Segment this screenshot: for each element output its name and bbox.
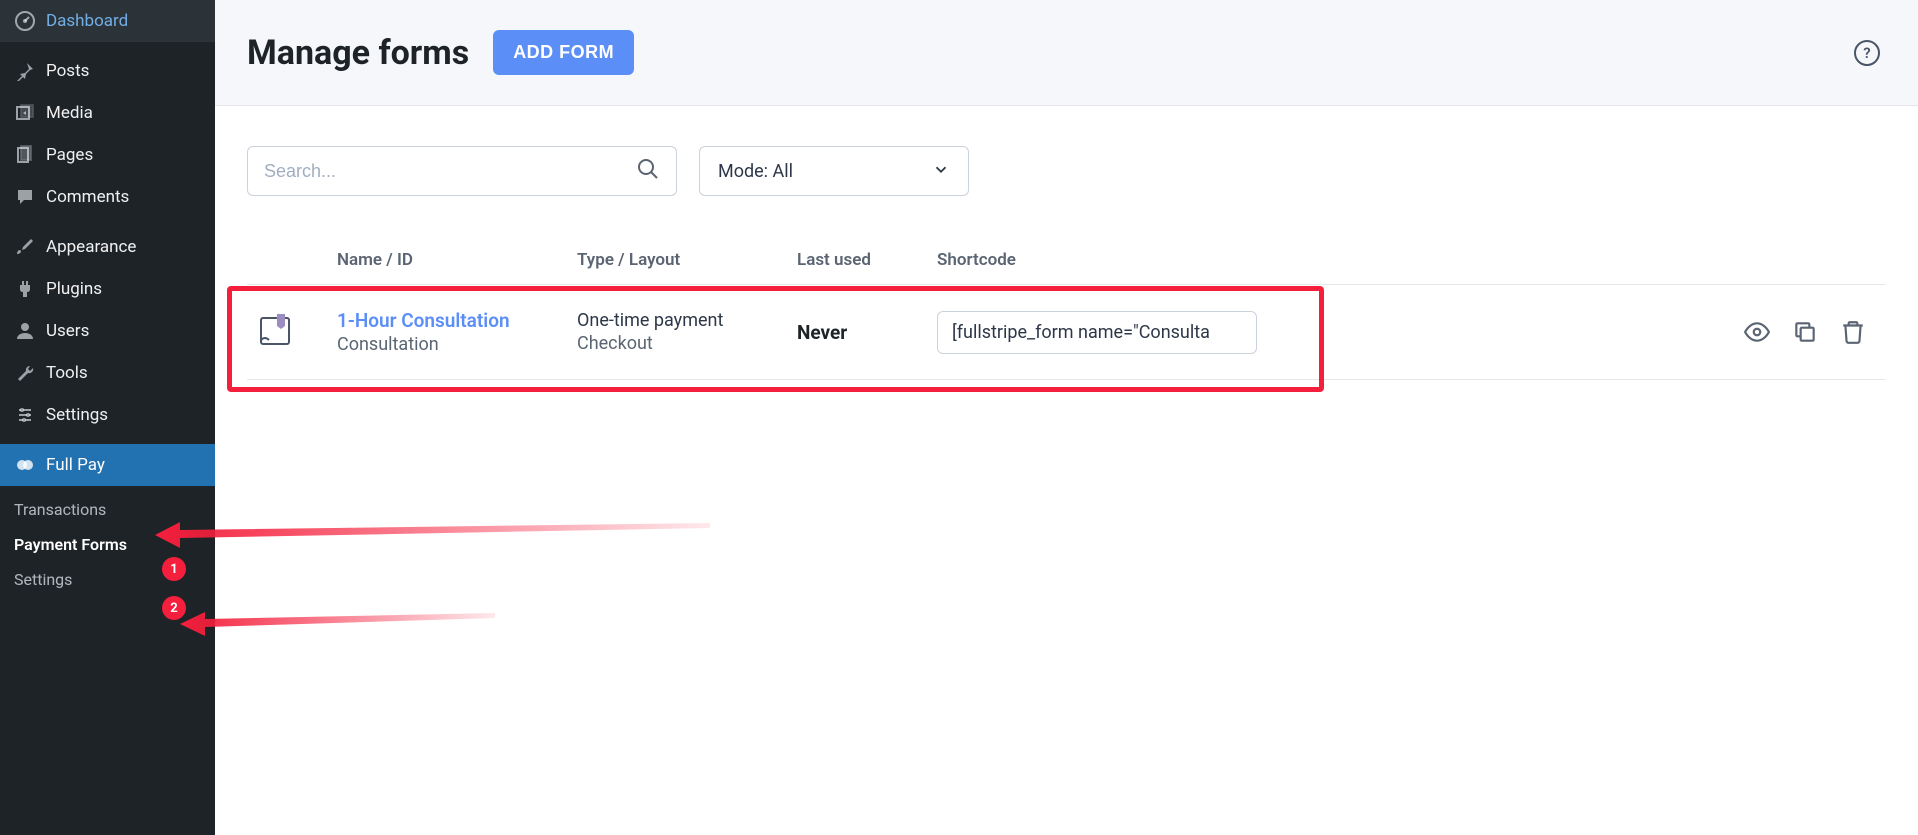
duplicate-icon[interactable]	[1792, 319, 1818, 345]
page-title: Manage forms	[247, 33, 469, 73]
delete-icon[interactable]	[1840, 319, 1866, 345]
mode-select-label: Mode: All	[718, 161, 793, 182]
help-icon[interactable]: ?	[1854, 40, 1880, 66]
sidebar-item-label: Posts	[46, 61, 89, 81]
row-actions	[1267, 319, 1886, 345]
settings-icon	[14, 404, 36, 426]
sidebar-item-plugins[interactable]: Plugins	[0, 268, 215, 310]
sidebar-item-label: Appearance	[46, 237, 136, 257]
add-form-button[interactable]: ADD FORM	[493, 30, 634, 75]
table-header: Name / ID Type / Layout Last used Shortc…	[247, 236, 1886, 285]
fullpay-icon	[14, 454, 36, 476]
submenu-item-transactions[interactable]: Transactions	[0, 492, 215, 527]
chevron-down-icon	[932, 160, 950, 183]
submenu-item-settings[interactable]: Settings	[0, 562, 215, 597]
submenu-item-payment-forms[interactable]: Payment Forms	[0, 527, 215, 562]
fullpay-submenu: Transactions Payment Forms Settings	[0, 486, 215, 603]
sidebar-item-dashboard[interactable]: Dashboard	[0, 0, 215, 42]
main-content: Manage forms ADD FORM ? Mode: All Na	[215, 0, 1918, 835]
column-type[interactable]: Type / Layout	[577, 250, 797, 270]
admin-sidebar: Dashboard Posts Media Pages Comments A	[0, 0, 215, 835]
shortcode-input[interactable]	[937, 311, 1257, 354]
sidebar-item-media[interactable]: Media	[0, 92, 215, 134]
sidebar-item-settings[interactable]: Settings	[0, 394, 215, 436]
page-icon	[14, 144, 36, 166]
user-icon	[14, 320, 36, 342]
comment-icon	[14, 186, 36, 208]
search-box[interactable]	[247, 146, 677, 196]
pin-icon	[14, 60, 36, 82]
form-name-link[interactable]: 1-Hour Consultation	[337, 309, 577, 332]
table-row[interactable]: 1-Hour Consultation Consultation One-tim…	[247, 285, 1886, 380]
search-input[interactable]	[264, 161, 636, 182]
sidebar-item-label: Settings	[46, 405, 108, 425]
sidebar-item-label: Pages	[46, 145, 93, 165]
column-last-used[interactable]: Last used	[797, 250, 937, 270]
search-icon	[636, 157, 660, 185]
sidebar-item-label: Full Pay	[46, 455, 105, 475]
sidebar-item-label: Media	[46, 103, 93, 123]
plugin-icon	[14, 278, 36, 300]
page-header: Manage forms ADD FORM ?	[215, 0, 1918, 106]
sidebar-item-comments[interactable]: Comments	[0, 176, 215, 218]
form-type-icon	[247, 310, 337, 354]
sidebar-item-label: Dashboard	[46, 11, 128, 31]
wrench-icon	[14, 362, 36, 384]
brush-icon	[14, 236, 36, 258]
sidebar-item-appearance[interactable]: Appearance	[0, 226, 215, 268]
sidebar-item-label: Plugins	[46, 279, 102, 299]
sidebar-item-fullpay[interactable]: Full Pay	[0, 444, 215, 486]
media-icon	[14, 102, 36, 124]
form-type: One-time payment	[577, 310, 797, 331]
column-shortcode[interactable]: Shortcode	[937, 250, 1267, 270]
forms-table: Name / ID Type / Layout Last used Shortc…	[247, 236, 1886, 380]
sidebar-item-users[interactable]: Users	[0, 310, 215, 352]
preview-icon[interactable]	[1744, 319, 1770, 345]
form-id: Consultation	[337, 334, 577, 355]
sidebar-item-pages[interactable]: Pages	[0, 134, 215, 176]
sidebar-item-label: Users	[46, 321, 89, 341]
column-name[interactable]: Name / ID	[337, 250, 577, 270]
mode-select[interactable]: Mode: All	[699, 146, 969, 196]
form-last-used: Never	[797, 321, 937, 344]
form-layout: Checkout	[577, 333, 797, 354]
filter-bar: Mode: All	[247, 146, 1886, 196]
sidebar-item-label: Tools	[46, 363, 88, 383]
sidebar-item-label: Comments	[46, 187, 129, 207]
sidebar-item-tools[interactable]: Tools	[0, 352, 215, 394]
content-area: Mode: All Name / ID Type / Layout Last u…	[215, 106, 1918, 420]
sidebar-item-posts[interactable]: Posts	[0, 50, 215, 92]
dashboard-icon	[14, 10, 36, 32]
